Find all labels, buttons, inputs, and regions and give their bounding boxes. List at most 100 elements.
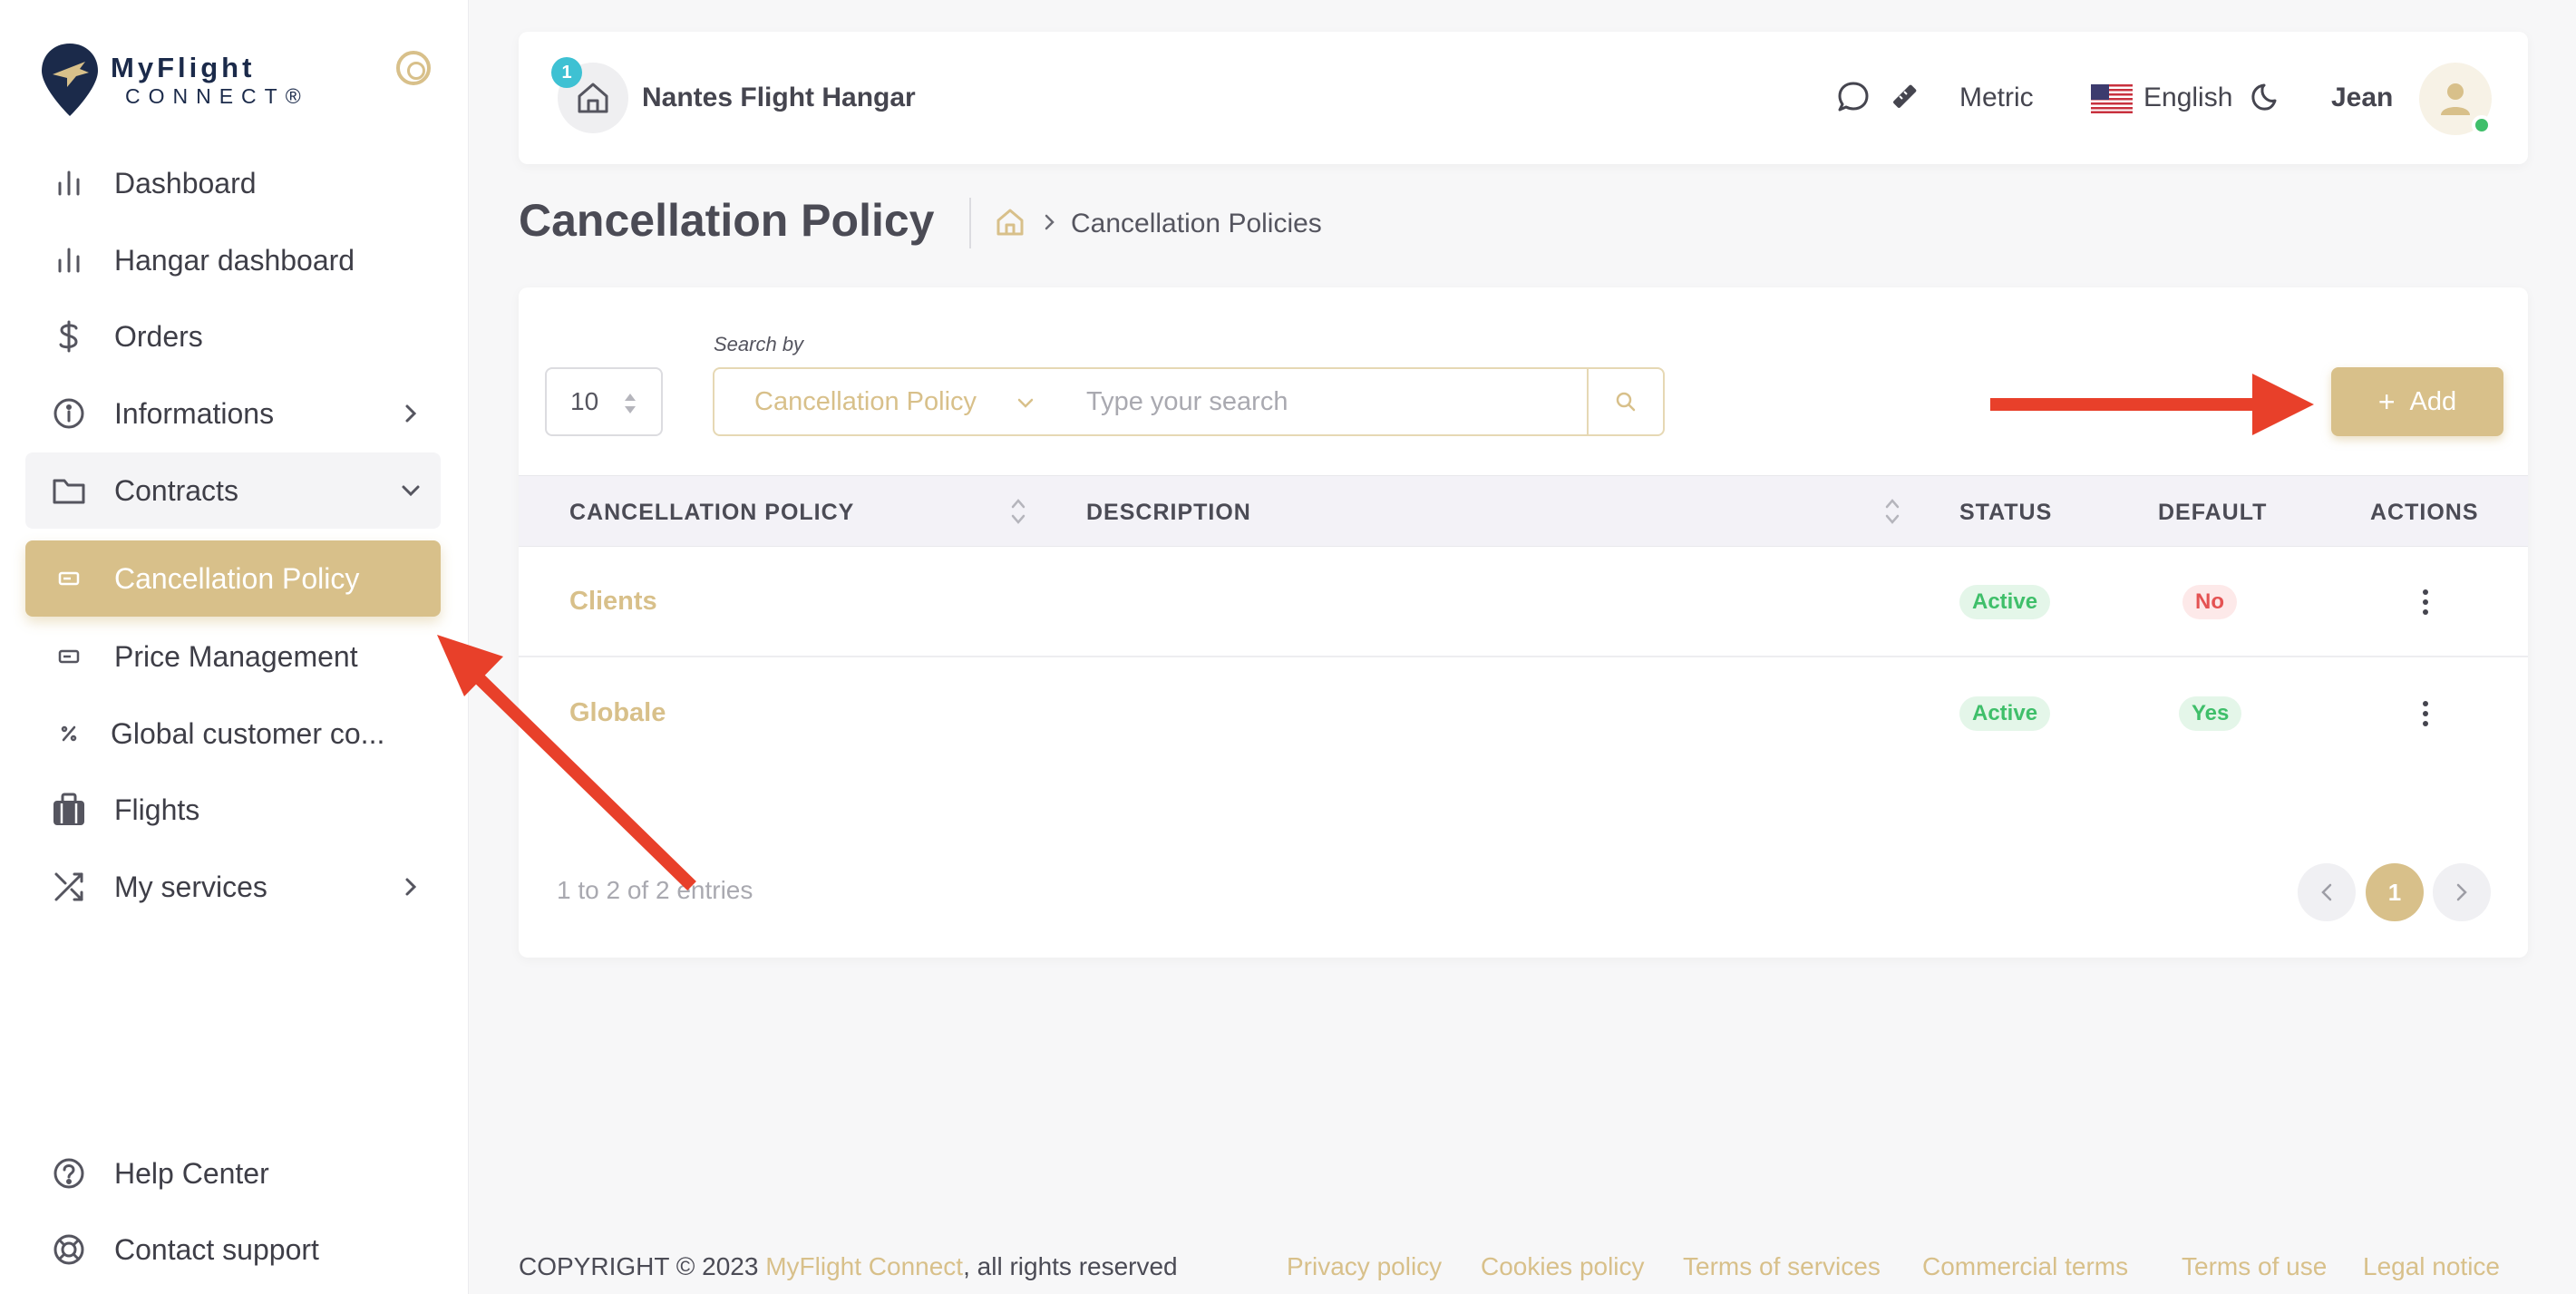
sidebar-item-label: Flights <box>114 793 200 826</box>
policy-name-link[interactable]: Clients <box>569 587 657 617</box>
search-field-select[interactable]: Cancellation Policy <box>713 367 1063 436</box>
user-name[interactable]: Jean <box>2331 83 2393 113</box>
sidebar-item-label: Hangar dashboard <box>114 243 355 277</box>
sidebar-item-label: Price Management <box>114 639 358 673</box>
units-selector[interactable]: Metric <box>1959 83 2034 113</box>
sidebar-item-hangar-dashboard[interactable]: Hangar dashboard <box>25 222 441 298</box>
sidebar-item-help-center[interactable]: Help Center <box>25 1135 441 1211</box>
column-header-description[interactable]: DESCRIPTION <box>1086 500 1251 526</box>
sidebar-item-flights[interactable]: Flights <box>25 772 441 848</box>
us-flag-icon[interactable] <box>2091 84 2133 113</box>
breadcrumb-home-icon[interactable] <box>995 207 1026 238</box>
pagination-prev-button[interactable] <box>2298 863 2356 921</box>
sidebar-item-orders[interactable]: Orders <box>25 298 441 375</box>
column-header-name[interactable]: CANCELLATION POLICY <box>569 500 854 526</box>
top-navbar: 1 Nantes Flight Hangar Metric English Je… <box>519 32 2528 164</box>
dollar-icon <box>51 318 87 355</box>
search-button[interactable] <box>1587 367 1665 436</box>
help-circle-icon <box>51 1155 87 1192</box>
card-icon <box>51 560 87 597</box>
lifebuoy-icon <box>51 1231 87 1268</box>
add-button-label: Add <box>2409 386 2457 416</box>
shuffle-icon <box>51 869 87 905</box>
chevron-left-icon <box>2321 883 2332 901</box>
online-status-dot <box>2472 115 2492 135</box>
search-input[interactable] <box>1061 367 1587 436</box>
policy-name-link[interactable]: Globale <box>569 698 666 728</box>
chat-icon[interactable] <box>1835 79 1871 115</box>
moon-icon[interactable] <box>2247 79 2283 115</box>
more-vertical-icon[interactable] <box>2416 698 2435 729</box>
sidebar-item-price-management[interactable]: Price Management <box>25 618 441 695</box>
sidebar-item-label: Cancellation Policy <box>114 561 360 595</box>
status-badge: Active <box>1959 585 2051 619</box>
sidebar-item-cancellation-policy[interactable]: Cancellation Policy <box>25 540 441 617</box>
user-icon <box>2441 83 2470 115</box>
sidebar-item-contact-support[interactable]: Contact support <box>25 1211 441 1288</box>
footer-link-privacy[interactable]: Privacy policy <box>1287 1252 1442 1281</box>
sidebar-item-contracts[interactable]: Contracts <box>25 452 441 529</box>
sidebar-item-label: My services <box>114 870 267 903</box>
chevron-right-icon <box>399 402 423 425</box>
sidebar-item-label: Dashboard <box>114 166 257 199</box>
home-icon <box>578 83 608 113</box>
chevron-right-icon <box>2456 883 2467 901</box>
search-icon <box>1616 392 1636 412</box>
footer-link-legal-notice[interactable]: Legal notice <box>2363 1252 2500 1281</box>
pagination-next-button[interactable] <box>2433 863 2491 921</box>
briefcase-icon <box>51 792 87 828</box>
pagination-page-button[interactable]: 1 <box>2366 863 2424 921</box>
percent-icon <box>51 715 87 752</box>
sidebar-item-dashboard[interactable]: Dashboard <box>25 145 441 221</box>
per-page-select[interactable]: 10 <box>545 367 663 436</box>
footer-brand-link[interactable]: MyFlight Connect <box>765 1252 963 1280</box>
footer-link-cookies[interactable]: Cookies policy <box>1481 1252 1645 1281</box>
sidebar-collapse-toggle-icon[interactable] <box>396 51 431 85</box>
bar-chart-icon <box>51 165 87 201</box>
sidebar: MyFlight CONNECT® Dashboard Hangar dashb… <box>0 0 469 1294</box>
sort-icon[interactable] <box>1010 496 1026 527</box>
sidebar-item-label: Orders <box>114 319 203 353</box>
sidebar-item-label: Contracts <box>114 473 238 507</box>
hangar-count-badge: 1 <box>551 57 582 88</box>
table-row: Globale Active Yes <box>519 658 2528 769</box>
sort-icon[interactable] <box>1884 496 1900 527</box>
plus-icon: + <box>2377 384 2396 418</box>
app-logo[interactable]: MyFlight CONNECT® <box>40 42 309 118</box>
add-button[interactable]: + Add <box>2331 367 2503 436</box>
entries-summary: 1 to 2 of 2 entries <box>557 876 753 904</box>
ruler-icon[interactable] <box>1886 79 1922 115</box>
bar-chart-icon <box>51 242 87 278</box>
footer-link-terms-use[interactable]: Terms of use <box>2182 1252 2327 1281</box>
card-icon <box>51 638 87 675</box>
chevron-right-icon <box>399 875 423 899</box>
default-badge: Yes <box>2179 696 2242 731</box>
table-header: CANCELLATION POLICY DESCRIPTION STATUS D… <box>519 475 2528 547</box>
footer-link-terms-services[interactable]: Terms of services <box>1683 1252 1881 1281</box>
column-header-default: DEFAULT <box>2158 500 2268 525</box>
breadcrumb-current: Cancellation Policies <box>1071 209 1322 238</box>
more-vertical-icon[interactable] <box>2416 587 2435 618</box>
sidebar-item-informations[interactable]: Informations <box>25 375 441 452</box>
footer-link-commercial-terms[interactable]: Commercial terms <box>1922 1252 2128 1281</box>
table-row: Clients Active No <box>519 547 2528 657</box>
sidebar-item-global-customer[interactable]: Global customer co... <box>25 696 441 772</box>
spinner-arrows-icon <box>625 394 636 413</box>
status-badge: Active <box>1959 696 2051 731</box>
sidebar-item-label: Global customer co... <box>111 716 385 750</box>
title-divider <box>969 198 971 248</box>
logo-pin-icon <box>42 44 98 116</box>
policy-table-card: 10 Search by Cancellation Policy + Add C… <box>519 287 2528 958</box>
folder-icon <box>51 472 87 509</box>
hangar-name[interactable]: Nantes Flight Hangar <box>642 83 916 113</box>
column-header-status: STATUS <box>1959 500 2053 525</box>
sidebar-item-label: Informations <box>114 396 275 430</box>
language-selector[interactable]: English <box>2143 83 2232 113</box>
sidebar-item-my-services[interactable]: My services <box>25 849 441 925</box>
column-header-actions: ACTIONS <box>2370 500 2479 525</box>
sidebar-item-label: Help Center <box>114 1156 269 1190</box>
default-badge: No <box>2182 585 2237 619</box>
page-title: Cancellation Policy <box>519 195 935 246</box>
rights-text: , all rights reserved <box>963 1252 1178 1280</box>
breadcrumb-chevron-icon <box>1045 214 1055 230</box>
